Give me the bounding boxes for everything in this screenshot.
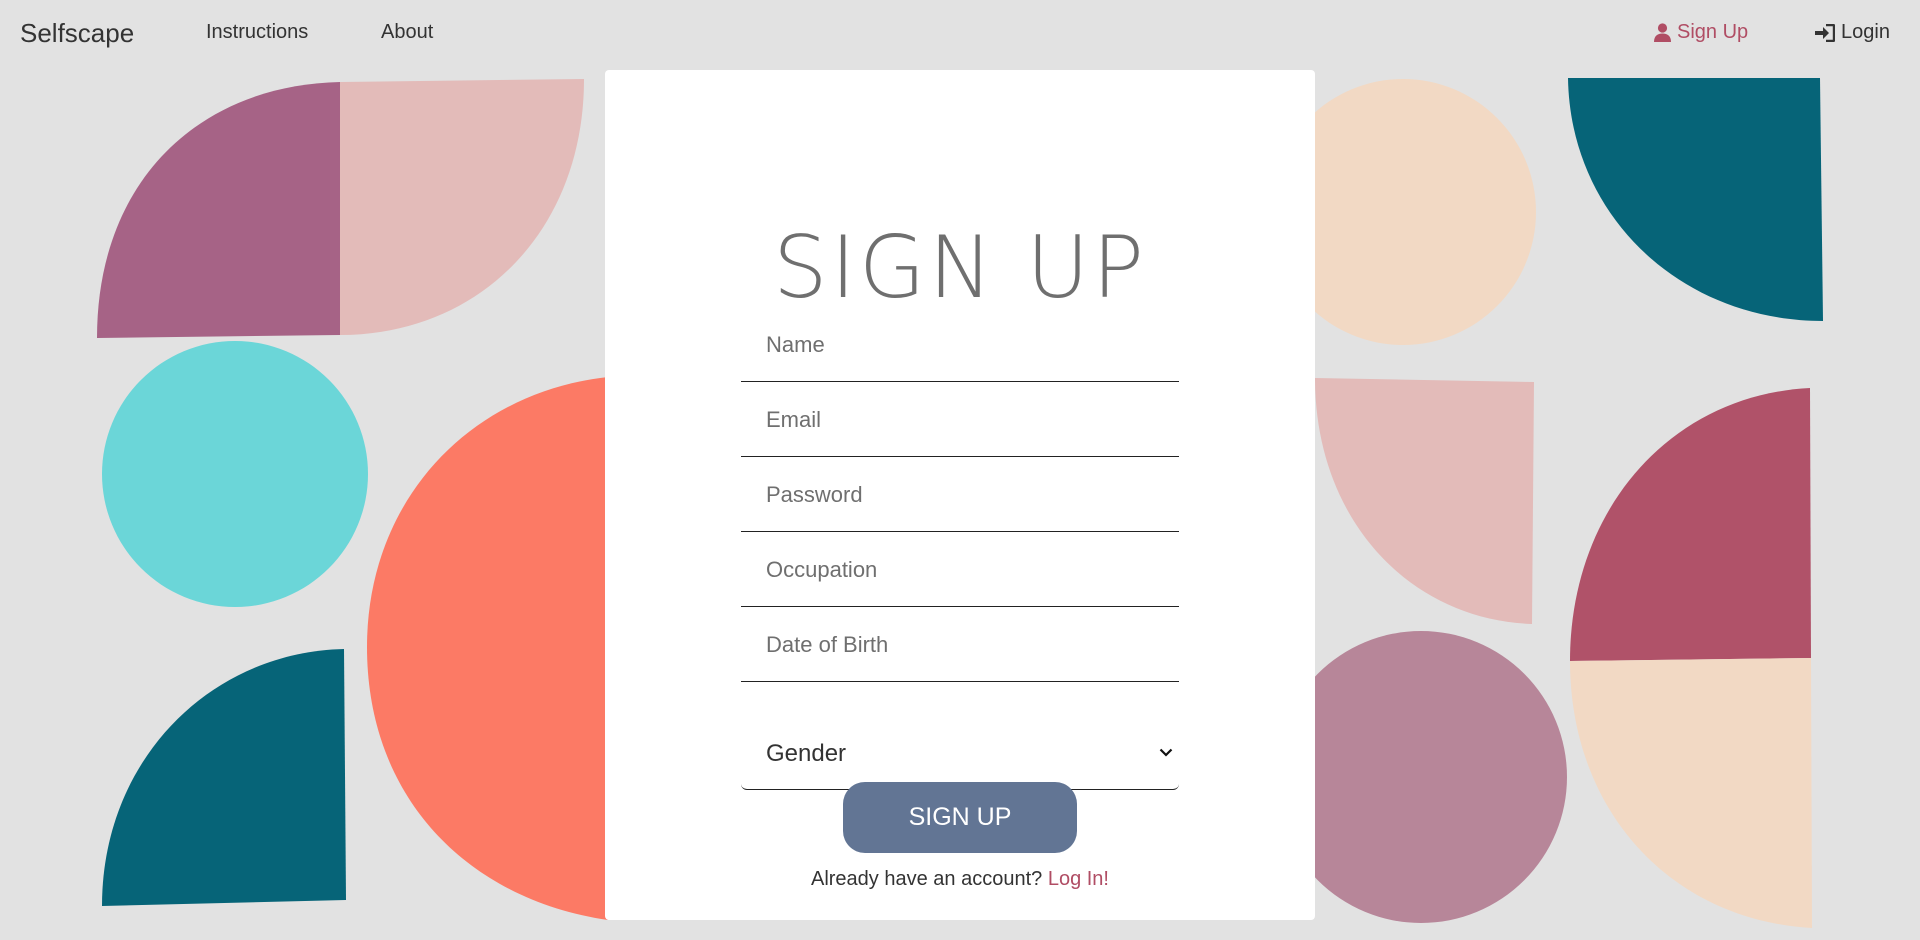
login-prompt-text: Already have an account? xyxy=(810,868,1043,890)
brand-link[interactable]: Selfscape xyxy=(20,18,134,49)
nav-signup-link[interactable]: Sign Up xyxy=(1654,21,1748,44)
nav-signup-label: Sign Up xyxy=(1677,21,1749,43)
peach-quarter-shape xyxy=(1570,658,1812,928)
coral-half-circle-shape xyxy=(367,377,608,920)
mauve-circle-shape xyxy=(1275,631,1567,923)
gender-select[interactable]: Gender xyxy=(741,720,1179,790)
cyan-circle-shape xyxy=(102,341,368,607)
signup-submit-button[interactable]: SIGN UP xyxy=(843,782,1077,853)
page-title: SIGN UP xyxy=(772,218,1148,318)
navbar: Selfscape Instructions About Sign Up Log… xyxy=(0,0,1920,68)
name-input[interactable] xyxy=(741,308,1179,382)
raspberry-quarter-shape xyxy=(1570,388,1811,661)
pink-quarter-shape xyxy=(340,79,584,335)
nav-link-instructions[interactable]: Instructions xyxy=(206,21,308,44)
nav-link-about[interactable]: About xyxy=(381,21,433,44)
pink-quarter-shape-right xyxy=(1315,378,1534,624)
email-input[interactable] xyxy=(741,383,1179,457)
occupation-input[interactable] xyxy=(741,533,1179,607)
login-link[interactable]: Log In! xyxy=(1048,868,1109,890)
login-prompt: Already have an account? Log In! xyxy=(605,868,1315,891)
teal-quarter-shape-right xyxy=(1568,78,1823,321)
purple-quarter-shape xyxy=(97,82,340,338)
signup-card: SIGN UP Gender SIGN UP Already have an a… xyxy=(605,70,1315,920)
date-of-birth-input[interactable] xyxy=(741,608,1179,682)
chevron-down-icon xyxy=(1159,748,1173,757)
nav-login-label: Login xyxy=(1841,21,1890,43)
gender-select-value: Gender xyxy=(766,740,847,767)
teal-quarter-shape-left xyxy=(102,649,346,906)
user-icon xyxy=(1654,23,1671,42)
sign-in-icon xyxy=(1815,23,1835,42)
password-input[interactable] xyxy=(741,458,1179,532)
nav-login-link[interactable]: Login xyxy=(1815,21,1890,44)
